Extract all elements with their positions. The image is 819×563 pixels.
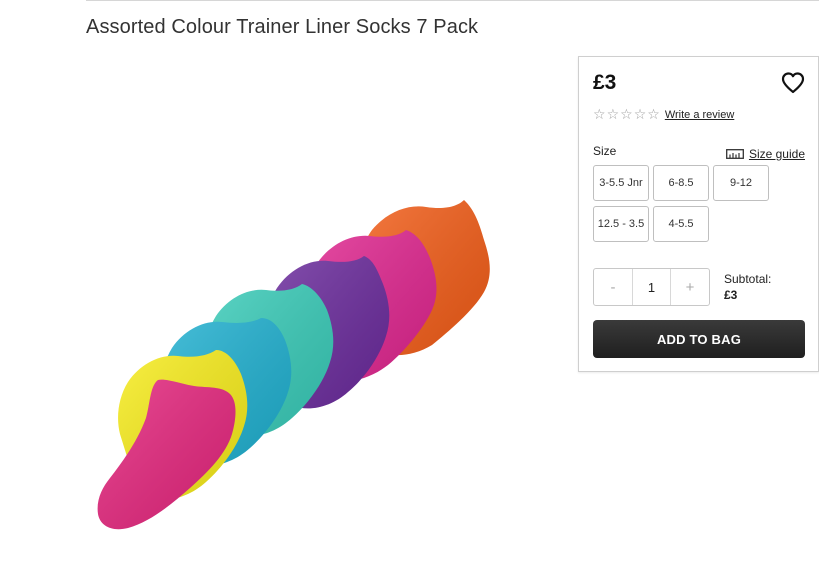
star-rating: ☆ ☆ ☆ ☆ ☆: [593, 108, 660, 122]
size-option-3-5.5-jnr[interactable]: 3-5.5 Jnr: [593, 165, 649, 201]
price: £3: [593, 71, 617, 94]
sock-pink: [97, 379, 236, 530]
size-option-6-8.5[interactable]: 6-8.5: [653, 165, 709, 201]
heart-icon[interactable]: [780, 71, 806, 95]
star-empty-icon: ☆: [606, 107, 620, 123]
size-option-9-12[interactable]: 9-12: [713, 165, 769, 201]
subtotal: Subtotal: £3: [724, 271, 771, 303]
add-to-bag-button[interactable]: ADD TO BAG: [593, 320, 805, 358]
decrement-button[interactable]: -: [594, 269, 632, 305]
rating: ☆ ☆ ☆ ☆ ☆ Write a review: [593, 108, 734, 122]
size-label: Size: [593, 144, 617, 158]
star-empty-icon: ☆: [593, 107, 606, 123]
purchase-panel: £3 ☆ ☆ ☆ ☆ ☆ Write a review Size Size gu…: [578, 56, 819, 372]
quantity-input[interactable]: 1: [632, 269, 671, 305]
quantity-stepper: - 1 +: [593, 268, 710, 306]
star-empty-icon: ☆: [633, 107, 647, 123]
star-empty-icon: ☆: [647, 107, 660, 123]
size-guide-link[interactable]: Size guide: [726, 147, 805, 161]
product-image: [97, 200, 490, 530]
size-option-12.5-3.5[interactable]: 12.5 - 3.5: [593, 206, 649, 242]
product-title: Assorted Colour Trainer Liner Socks 7 Pa…: [86, 16, 479, 38]
top-divider: [86, 0, 819, 1]
write-review-link[interactable]: Write a review: [665, 109, 734, 121]
subtotal-label: Subtotal:: [724, 272, 772, 286]
size-guide-label: Size guide: [748, 147, 805, 161]
star-empty-icon: ☆: [620, 107, 633, 123]
increment-button[interactable]: +: [671, 269, 709, 305]
subtotal-value: £3: [724, 288, 738, 302]
size-option-4-5.5[interactable]: 4-5.5: [653, 206, 709, 242]
ruler-icon: [726, 149, 744, 159]
